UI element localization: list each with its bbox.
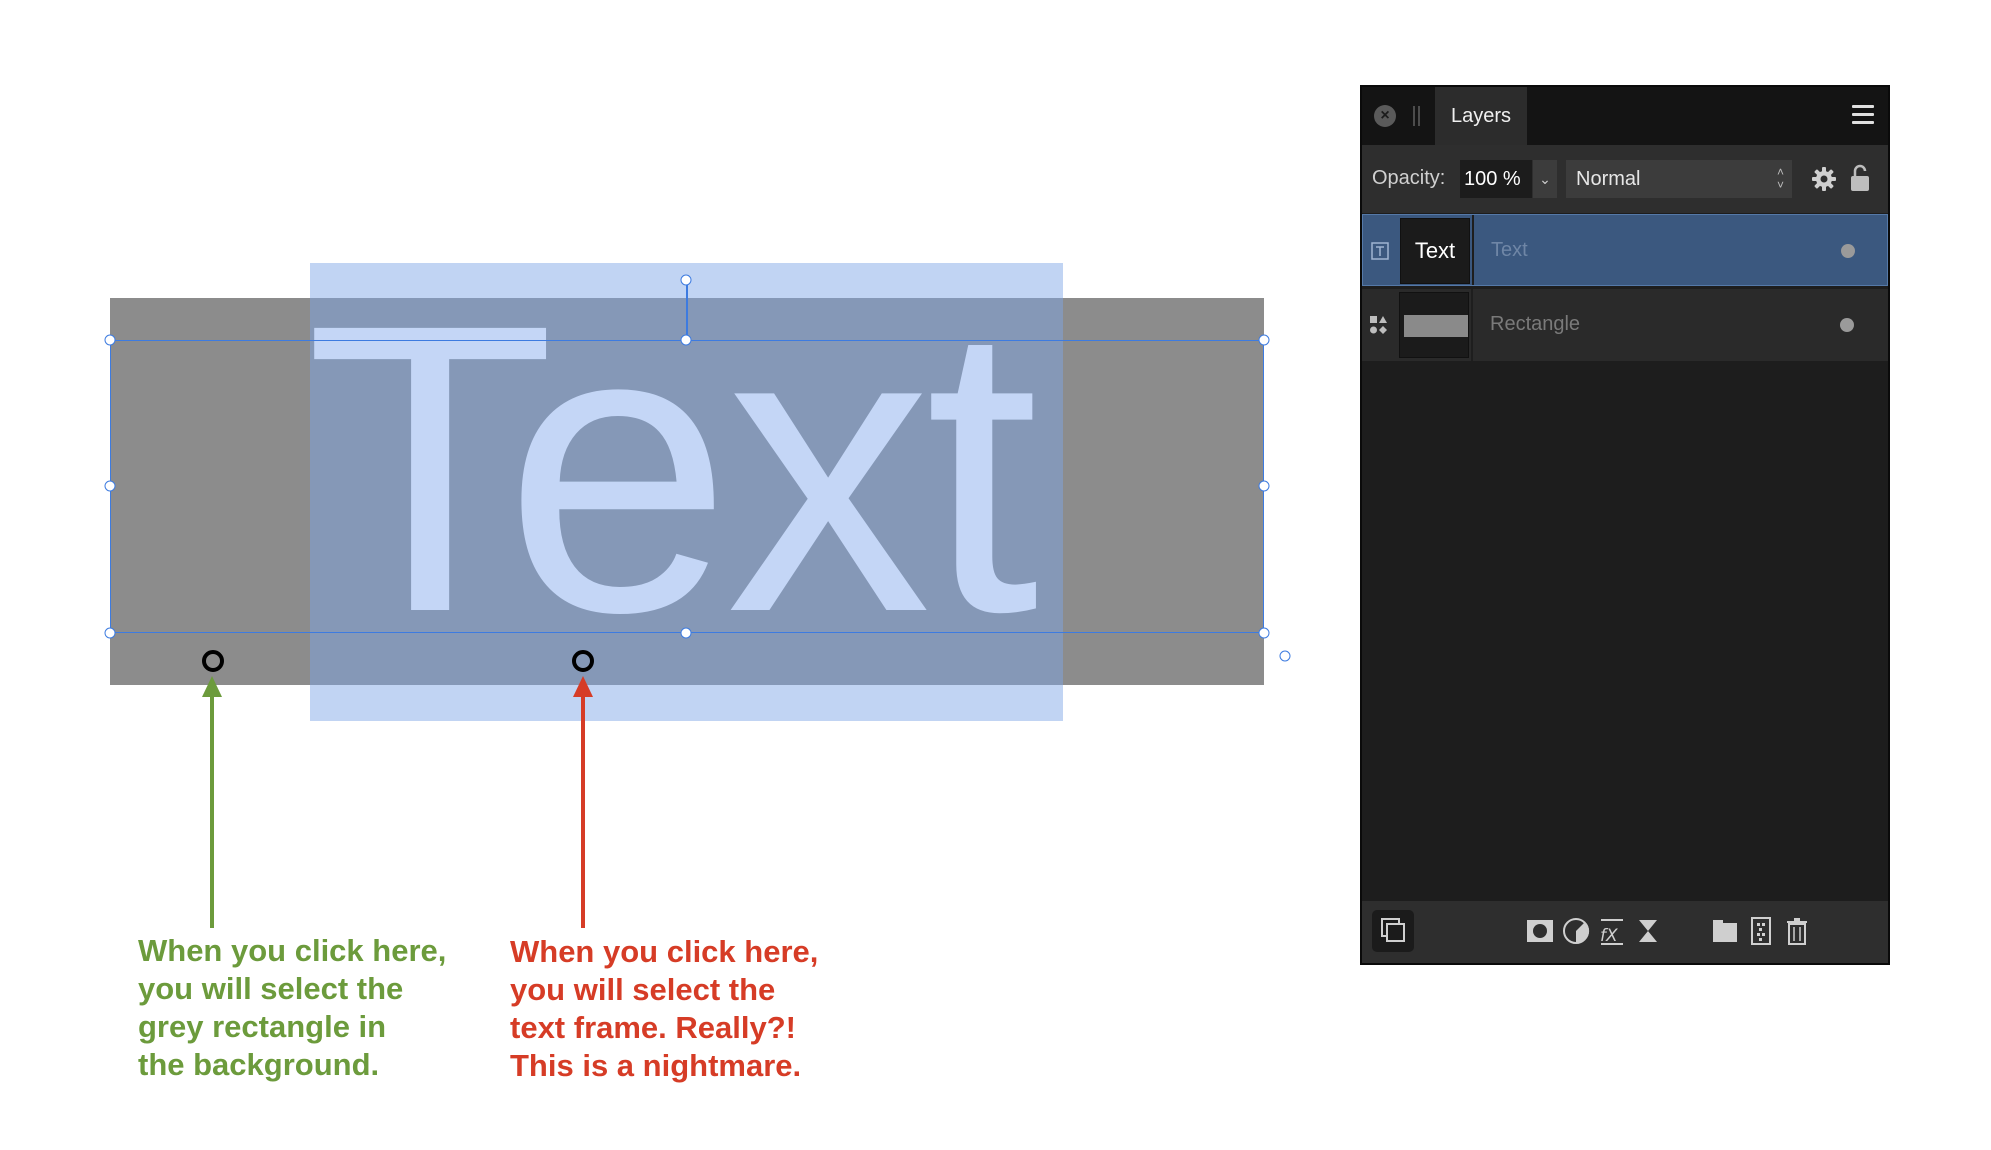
hamburger-menu-icon[interactable]: [1852, 105, 1874, 125]
delete-icon[interactable]: [1782, 916, 1812, 946]
updown-chevron-icon: ˄ ˅: [1776, 165, 1784, 192]
chevron-down-icon: ⌄: [1539, 171, 1551, 187]
rectangle-thumbnail-shape: [1404, 315, 1468, 337]
panel-tab-bar: × Layers: [1362, 87, 1888, 145]
arrange-button[interactable]: [1372, 910, 1414, 952]
shape-layer-icon: [1370, 316, 1387, 334]
live-filter-icon[interactable]: [1633, 916, 1663, 946]
layer-row-rectangle[interactable]: Rectangle: [1362, 289, 1888, 361]
green-annotation-line: you will select the: [138, 971, 404, 1006]
layer-name[interactable]: Rectangle: [1490, 313, 1580, 336]
close-icon[interactable]: ×: [1374, 105, 1396, 127]
mask-icon[interactable]: [1525, 916, 1555, 946]
visibility-toggle-icon[interactable]: [1840, 318, 1854, 332]
group-icon[interactable]: [1710, 916, 1740, 946]
design-canvas[interactable]: Text When you click here, you will selec…: [0, 0, 1340, 1150]
red-arrow-head: [573, 676, 593, 697]
green-annotation: When you click here, you will select the…: [138, 932, 446, 1084]
arrange-icon: [1381, 918, 1405, 942]
tab-layers[interactable]: Layers: [1435, 87, 1527, 145]
blend-mode-select[interactable]: Normal ˄ ˅: [1566, 160, 1792, 198]
row-divider: [1471, 289, 1473, 361]
red-annotation-line: This is a nightmare.: [510, 1048, 802, 1083]
red-annotation-line: When you click here,: [510, 934, 819, 969]
red-annotation-line: text frame. Really?!: [510, 1010, 796, 1045]
red-annotation: When you click here, you will select the…: [510, 933, 818, 1085]
adjustment-icon[interactable]: [1561, 916, 1591, 946]
drag-grip-icon[interactable]: [1412, 106, 1422, 126]
green-arrow-head: [202, 676, 222, 697]
opacity-label: Opacity:: [1372, 167, 1446, 189]
layer-thumbnail: [1399, 292, 1469, 358]
lock-icon[interactable]: [1849, 163, 1871, 193]
row-divider: [1472, 215, 1474, 285]
text-layer-icon: [1371, 242, 1389, 260]
layer-row-text[interactable]: Text Text: [1362, 214, 1888, 286]
layers-panel: × Layers Opacity: 100 % ⌄ Normal ˄ ˅ Tex…: [1360, 85, 1890, 965]
opacity-field[interactable]: 100 %: [1460, 160, 1532, 198]
layer-name[interactable]: Text: [1491, 239, 1528, 262]
green-annotation-line: the background.: [138, 1047, 380, 1082]
red-annotation-line: you will select the: [510, 972, 776, 1007]
green-annotation-line: grey rectangle in: [138, 1009, 387, 1044]
visibility-toggle-icon[interactable]: [1841, 244, 1855, 258]
green-annotation-line: When you click here,: [138, 933, 447, 968]
blend-mode-value: Normal: [1576, 168, 1641, 190]
layer-toolbar: Opacity: 100 % ⌄ Normal ˄ ˅: [1362, 145, 1888, 213]
panel-bottom-toolbar: fX: [1362, 901, 1888, 963]
gear-icon[interactable]: [1810, 165, 1838, 193]
fx-icon[interactable]: fX: [1597, 916, 1627, 946]
opacity-dropdown-button[interactable]: ⌄: [1533, 160, 1557, 198]
pixel-layer-icon[interactable]: [1746, 916, 1776, 946]
layer-thumbnail: Text: [1400, 218, 1470, 284]
